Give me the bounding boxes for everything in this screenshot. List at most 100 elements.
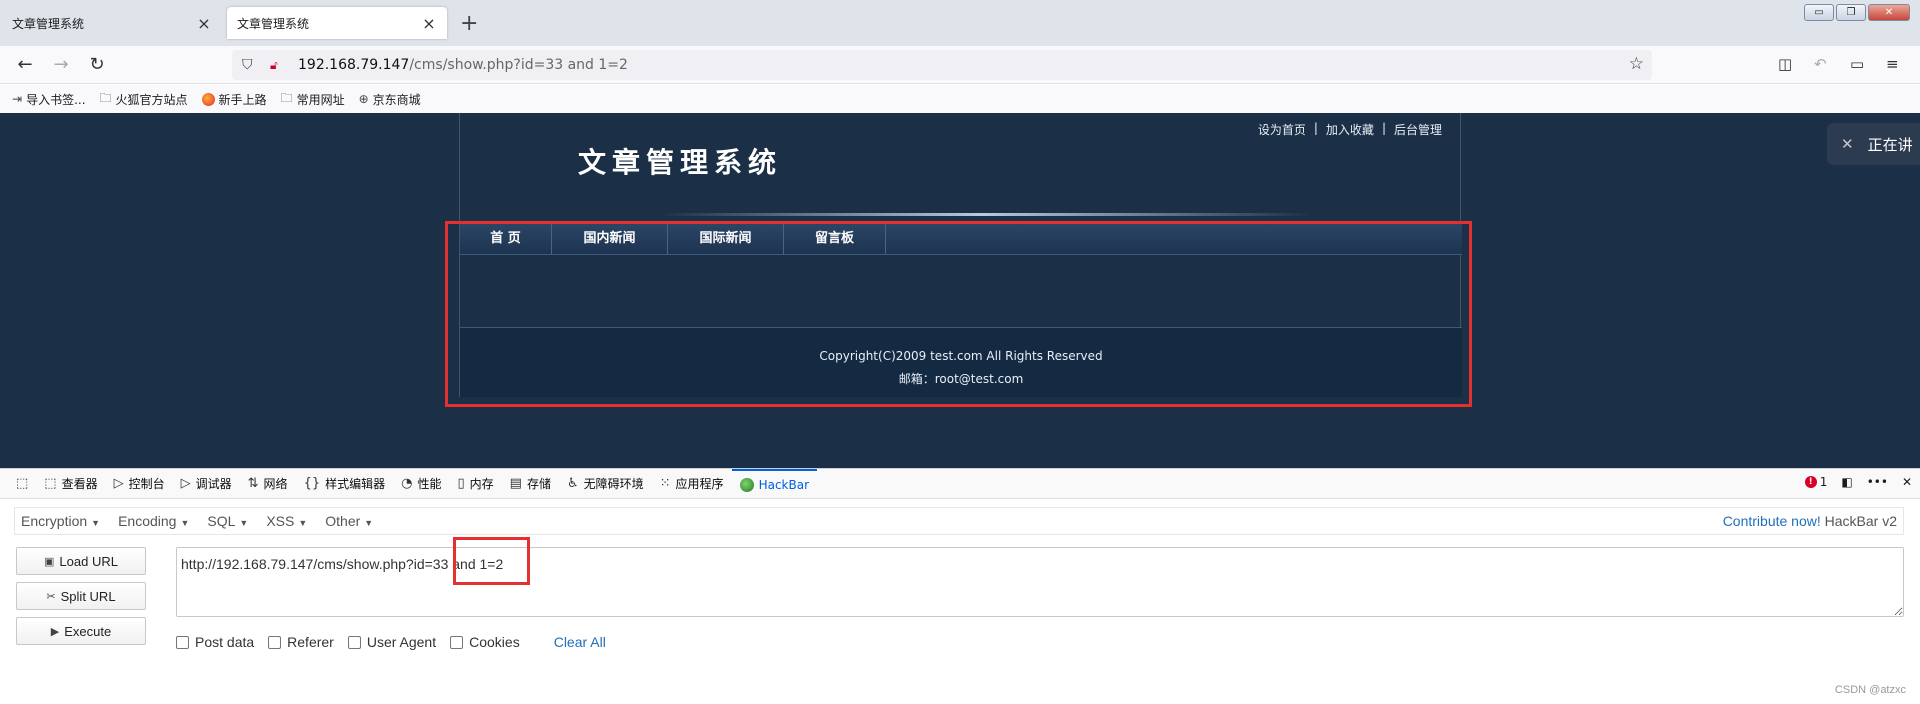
- tab-accessibility[interactable]: ♿︎ 无障碍环境: [559, 469, 652, 499]
- menu-xss[interactable]: XSS ▼: [266, 513, 307, 529]
- split-url-button[interactable]: ✂ Split URL: [16, 582, 146, 610]
- bookmark-star-icon[interactable]: ☆: [1629, 54, 1644, 74]
- checkbox-label: Post data: [195, 634, 255, 650]
- referer-checkbox[interactable]: Referer: [268, 634, 334, 650]
- console-icon: ▷: [113, 476, 124, 491]
- tab-application[interactable]: ⁙ 应用程序: [652, 469, 732, 499]
- monitor-icon[interactable]: ▭: [1850, 55, 1864, 73]
- caret-down-icon: ▼: [364, 518, 374, 528]
- separator: |: [1313, 121, 1318, 135]
- new-tab-button[interactable]: +: [460, 11, 478, 36]
- cookies-checkbox[interactable]: Cookies: [450, 634, 520, 650]
- tab-style-editor[interactable]: {} 样式编辑器: [296, 469, 394, 499]
- clear-all-link[interactable]: Clear All: [554, 634, 606, 650]
- forward-button[interactable]: →: [50, 54, 72, 76]
- tab-title: 文章管理系统: [237, 16, 310, 31]
- tab-hackbar[interactable]: HackBar: [731, 468, 818, 499]
- bookmark-label: 常用网址: [296, 92, 345, 107]
- reload-button[interactable]: ↻: [86, 54, 108, 76]
- pocket-icon[interactable]: ◫: [1778, 55, 1792, 73]
- accessibility-icon: ♿︎: [566, 476, 579, 491]
- execute-button[interactable]: ▶ Execute: [16, 617, 146, 645]
- gauge-icon: ◔: [401, 476, 413, 491]
- tab-label: 样式编辑器: [325, 477, 386, 491]
- back-button[interactable]: ←: [14, 54, 36, 76]
- restore-button[interactable]: ❐: [1836, 4, 1866, 21]
- dock-icon[interactable]: ◧: [1841, 475, 1852, 489]
- caret-down-icon: ▼: [180, 518, 190, 528]
- error-indicator[interactable]: ! 1: [1804, 475, 1827, 489]
- firefox-icon: [201, 92, 215, 106]
- voice-indicator[interactable]: ✕ 正在讲: [1827, 123, 1920, 165]
- tab-network[interactable]: ⇅ 网络: [240, 469, 296, 499]
- bookmark-label: 新手上路: [218, 92, 267, 107]
- bookmark-item[interactable]: 🗀 火狐官方站点: [100, 89, 188, 110]
- bookmark-item[interactable]: 新手上路: [201, 91, 267, 108]
- tab-label: HackBar: [758, 477, 810, 492]
- undo-icon[interactable]: ↶: [1814, 55, 1827, 73]
- tab-performance[interactable]: ◔ 性能: [393, 469, 449, 499]
- checkbox-box[interactable]: [268, 635, 282, 649]
- shield-icon[interactable]: ⛉: [242, 57, 260, 73]
- browser-tab-active[interactable]: 文章管理系统 ×: [227, 7, 447, 39]
- tab-inspector[interactable]: ⬚ 查看器: [36, 469, 105, 499]
- browser-tab[interactable]: 文章管理系统 ×: [2, 7, 222, 39]
- tab-label: 性能: [417, 477, 442, 491]
- bookmark-label: 火狐官方站点: [115, 92, 188, 107]
- memory-icon: ▯: [457, 476, 465, 491]
- menu-icon[interactable]: ≡: [1886, 55, 1899, 73]
- load-url-button[interactable]: ▣ Load URL: [16, 547, 146, 575]
- hackbar-menu: Encryption ▼ Encoding ▼ SQL ▼ XSS ▼ Other ▼ C…: [14, 507, 1904, 535]
- menu-encryption[interactable]: Encryption ▼: [21, 513, 100, 529]
- checkbox-box[interactable]: [347, 635, 361, 649]
- set-homepage-link[interactable]: 设为首页: [1258, 121, 1306, 138]
- tab-close-icon[interactable]: ×: [196, 14, 212, 33]
- hackbar-url-input[interactable]: http://192.168.79.147/cms/show.php?id=33…: [176, 547, 1904, 617]
- checkbox-box[interactable]: [450, 635, 464, 649]
- tab-label: 网络: [263, 477, 288, 491]
- tab-label: 控制台: [128, 477, 165, 491]
- tab-storage[interactable]: ▤ 存储: [502, 469, 559, 499]
- window-controls: ▭ ❐ ✕: [1804, 4, 1910, 21]
- insecure-lock-icon[interactable]: 🔓︎: [270, 58, 288, 73]
- menu-encoding[interactable]: Encoding ▼: [118, 513, 189, 529]
- web-page: 设为首页 | 加入收藏 | 后台管理 文章管理系统 首 页 国内新闻 国际新闻 …: [0, 113, 1920, 468]
- bookmark-label: 京东商城: [372, 92, 421, 107]
- devtools-toolbar: ⬚ ⬚ 查看器 ▷ 控制台 ▷ 调试器 ⇅ 网络 {} 样式编辑器 ◔ 性能 ▯ 内存 ▤ 存储…: [0, 468, 1920, 499]
- devtools-close-button[interactable]: ✕: [1902, 475, 1912, 489]
- contribute-link[interactable]: Contribute now!: [1723, 513, 1821, 529]
- tab-debugger[interactable]: ▷ 调试器: [173, 469, 240, 499]
- bookmark-item[interactable]: 🗀 常用网址: [281, 89, 345, 110]
- element-picker[interactable]: ⬚: [8, 469, 36, 499]
- user-agent-checkbox[interactable]: User Agent: [347, 634, 436, 650]
- url-bar[interactable]: ⛉ 🔓︎ 192.168.79.147 /cms/show.php?id=33 …: [232, 50, 1652, 80]
- button-label: Load URL: [59, 553, 118, 569]
- tab-label: 内存: [469, 477, 494, 491]
- picker-icon: ⬚: [16, 476, 29, 491]
- hackbar-options: Post data Referer User Agent Cookies Cle…: [176, 634, 606, 650]
- post-data-checkbox[interactable]: Post data: [176, 634, 254, 650]
- more-options-icon[interactable]: •••: [1867, 475, 1888, 489]
- button-label: Execute: [64, 623, 112, 639]
- menu-other[interactable]: Other ▼: [325, 513, 373, 529]
- voice-label: 正在讲: [1867, 135, 1913, 154]
- tab-console[interactable]: ▷ 控制台: [106, 469, 173, 499]
- tab-label: 应用程序: [675, 477, 724, 491]
- tab-memory[interactable]: ▯ 内存: [449, 469, 501, 499]
- hackbar-info: Contribute now! HackBar v2: [1723, 513, 1897, 529]
- bookmark-item[interactable]: ⇥ 导入书签...: [12, 91, 86, 108]
- caret-down-icon: ▼: [239, 518, 249, 528]
- tab-close-icon[interactable]: ×: [421, 14, 437, 33]
- inspector-icon: ⬚: [44, 476, 57, 491]
- admin-link[interactable]: 后台管理: [1394, 121, 1442, 138]
- folder-icon: 🗀: [99, 90, 112, 105]
- window-close-button[interactable]: ✕: [1868, 4, 1910, 21]
- bookmark-item[interactable]: ⊕ 京东商城: [359, 91, 421, 108]
- devtools-right-controls: ! 1 ◧ ••• ✕: [1804, 475, 1912, 489]
- minimize-button[interactable]: ▭: [1804, 4, 1834, 21]
- checkbox-box[interactable]: [176, 635, 189, 649]
- add-favorite-link[interactable]: 加入收藏: [1326, 121, 1374, 138]
- menu-sql[interactable]: SQL ▼: [207, 513, 248, 529]
- muted-mic-icon: ✕: [1841, 135, 1854, 153]
- folder-icon: 🗀: [280, 90, 293, 105]
